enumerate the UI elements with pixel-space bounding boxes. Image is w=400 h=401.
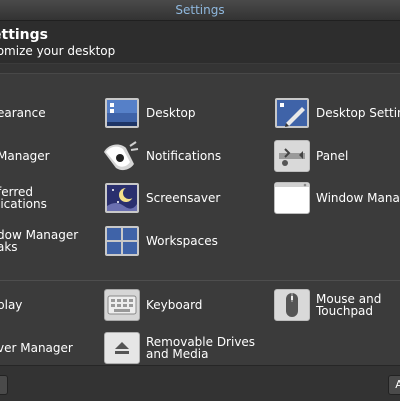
section-divider bbox=[0, 280, 400, 281]
header-divider bbox=[0, 64, 400, 74]
item-mouse-touchpad[interactable]: Mouse and Touchpad bbox=[274, 285, 400, 325]
item-label: Screensaver bbox=[146, 191, 221, 205]
workspaces-icon bbox=[104, 225, 140, 257]
item-label-line2: lications bbox=[0, 197, 47, 211]
item-label: Window Manag bbox=[316, 191, 400, 205]
window-manager-icon bbox=[274, 182, 310, 214]
item-appearance[interactable]: earance bbox=[0, 93, 100, 133]
item-label: Keyboard bbox=[146, 298, 203, 312]
panel-icon bbox=[274, 140, 310, 172]
settings-header: ettings tomize your desktop bbox=[0, 21, 400, 63]
screensaver-icon bbox=[104, 182, 140, 214]
item-label-line2: aks bbox=[0, 240, 18, 254]
item-label-line2: Touchpad bbox=[316, 304, 374, 318]
item-label: Notifications bbox=[146, 149, 222, 163]
mouse-icon bbox=[274, 289, 310, 321]
window-title: Settings bbox=[0, 0, 400, 21]
item-label: Workspaces bbox=[146, 234, 218, 248]
item-screensaver[interactable]: Screensaver bbox=[104, 178, 264, 218]
desktop-settings-icon bbox=[274, 97, 310, 129]
item-panel[interactable]: Panel bbox=[274, 136, 400, 176]
footer-bar: A bbox=[0, 365, 400, 401]
eject-icon bbox=[104, 332, 140, 364]
item-label: play bbox=[0, 298, 23, 312]
item-notifications[interactable]: Notifications bbox=[104, 136, 264, 176]
item-keyboard[interactable]: Keyboard bbox=[104, 285, 264, 325]
item-manager[interactable]: Manager bbox=[0, 136, 100, 176]
item-window-manager[interactable]: Window Manag bbox=[274, 178, 400, 218]
item-display[interactable]: play bbox=[0, 285, 100, 325]
item-preferred-applications[interactable]: ferred lications bbox=[0, 178, 100, 218]
item-removable-drives[interactable]: Removable Drives and Media bbox=[104, 328, 264, 368]
item-label: Desktop Settin bbox=[316, 106, 400, 120]
item-label: ver Manager bbox=[0, 341, 73, 355]
item-label: Manager bbox=[0, 149, 50, 163]
item-label-line2: and Media bbox=[146, 347, 209, 361]
desktop-icon bbox=[104, 97, 140, 129]
item-power-manager[interactable]: ver Manager bbox=[0, 328, 100, 368]
all-settings-button[interactable]: A bbox=[388, 375, 400, 395]
item-label: earance bbox=[0, 106, 46, 120]
item-window-manager-tweaks[interactable]: dow Manager aks bbox=[0, 221, 100, 261]
item-desktop[interactable]: Desktop bbox=[104, 93, 264, 133]
item-label: Desktop bbox=[146, 106, 196, 120]
item-desktop-settings[interactable]: Desktop Settin bbox=[274, 93, 400, 133]
item-label: Panel bbox=[316, 149, 349, 163]
item-workspaces[interactable]: Workspaces bbox=[104, 221, 264, 261]
help-button[interactable] bbox=[0, 375, 8, 395]
keyboard-icon bbox=[104, 289, 140, 321]
notifications-icon bbox=[100, 140, 139, 172]
page-subtitle: tomize your desktop bbox=[0, 44, 116, 58]
page-title: ettings bbox=[0, 27, 48, 43]
